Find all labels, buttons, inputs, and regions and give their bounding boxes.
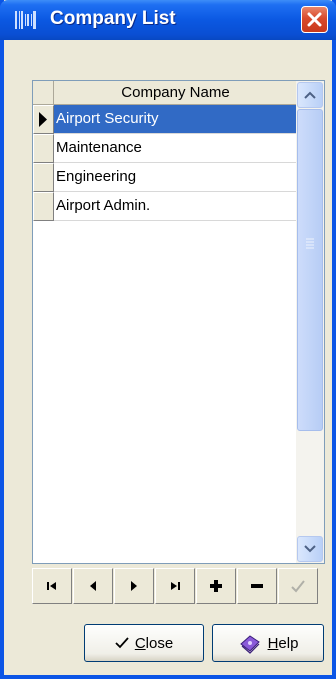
vertical-scrollbar[interactable] (296, 81, 324, 563)
next-icon (131, 581, 137, 591)
close-window-button[interactable] (301, 6, 328, 33)
help-button-label: Help (267, 634, 299, 652)
company-list-window: Company List Company Name Airport Securi… (0, 0, 336, 679)
post-record-button[interactable] (278, 568, 318, 604)
table-row[interactable]: Maintenance (33, 134, 297, 163)
last-record-button[interactable] (155, 568, 195, 604)
column-header-company-name[interactable]: Company Name (54, 81, 297, 105)
scroll-thumb[interactable] (297, 109, 323, 431)
first-record-button[interactable] (32, 568, 72, 604)
scroll-up-button[interactable] (297, 82, 323, 108)
row-indicator[interactable] (33, 134, 54, 163)
row-indicator[interactable] (33, 163, 54, 192)
scroll-down-button[interactable] (297, 536, 323, 562)
company-grid[interactable]: Company Name Airport Security Maintenanc… (32, 80, 325, 564)
table-row[interactable]: Engineering (33, 163, 297, 192)
delete-record-button[interactable] (237, 568, 277, 604)
table-row[interactable]: Airport Admin. (33, 192, 297, 221)
current-row-arrow-icon (39, 112, 47, 127)
title-bar[interactable]: Company List (0, 0, 336, 40)
prior-icon (90, 581, 96, 591)
close-x-icon (307, 12, 322, 27)
minus-icon (251, 584, 263, 588)
cell-company-name[interactable]: Engineering (54, 163, 297, 192)
row-indicator[interactable] (33, 105, 54, 134)
chevron-down-icon (304, 545, 316, 553)
header-indicator-cell (33, 81, 54, 105)
first-icon (47, 582, 56, 590)
window-title: Company List (50, 8, 176, 29)
last-icon (171, 582, 180, 590)
grip-icon (306, 238, 314, 249)
help-book-icon (239, 635, 260, 654)
close-button-label: Close (134, 634, 174, 652)
cell-company-name[interactable]: Airport Admin. (54, 192, 297, 221)
plus-icon (210, 580, 222, 592)
chevron-up-icon (304, 91, 316, 99)
prior-record-button[interactable] (73, 568, 113, 604)
close-button[interactable]: Close (84, 624, 204, 662)
insert-record-button[interactable] (196, 568, 236, 604)
checkmark-icon (115, 637, 129, 649)
table-row[interactable]: Airport Security (33, 105, 297, 134)
help-button[interactable]: Help (212, 624, 324, 662)
cell-company-name[interactable]: Airport Security (54, 105, 297, 134)
row-indicator[interactable] (33, 192, 54, 221)
record-navigator (32, 568, 319, 604)
barcode-icon (15, 11, 36, 29)
check-icon (291, 580, 305, 593)
cell-company-name[interactable]: Maintenance (54, 134, 297, 163)
next-record-button[interactable] (114, 568, 154, 604)
